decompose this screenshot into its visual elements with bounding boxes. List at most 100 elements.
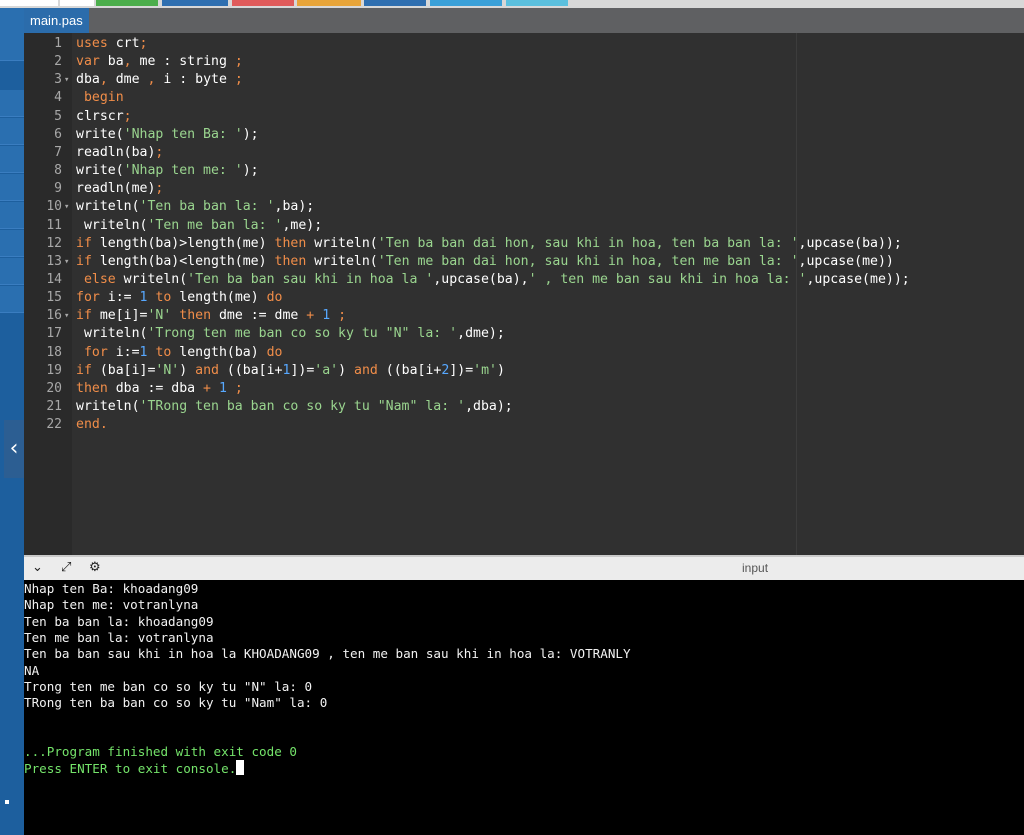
fold-toggle-icon[interactable]: ▾ <box>64 198 72 216</box>
code-line[interactable]: begin <box>76 89 124 107</box>
code-line[interactable]: uses crt; <box>76 35 147 53</box>
code-line[interactable]: dba, dme , i : byte ; <box>76 71 243 89</box>
collapse-output-icon[interactable]: ⌄ <box>32 560 43 575</box>
code-token: ; <box>234 72 243 87</box>
code-token: + <box>203 381 211 396</box>
console-line: TRong ten ba ban co so ky tu "Nam" la: 0 <box>24 695 327 711</box>
code-token: do <box>266 345 283 360</box>
toolbar-button-2[interactable] <box>60 0 94 6</box>
code-line[interactable]: if length(ba)<length(me) then writeln('T… <box>76 253 894 271</box>
code-line[interactable]: for i:= 1 to length(me) do <box>76 289 283 307</box>
sidebar-item[interactable] <box>0 146 24 173</box>
toolbar-button-9[interactable] <box>506 0 568 6</box>
code-token: i : byte <box>155 72 235 87</box>
code-token: 'Ten ba ban sau khi in hoa la ' <box>187 272 434 287</box>
output-console[interactable]: Nhap ten Ba: khoadang09 Nhap ten me: votr… <box>24 580 1024 835</box>
sidebar-collapse-icon[interactable]: ‹ <box>4 420 24 478</box>
code-token: readln(me) <box>76 181 156 196</box>
sidebar-item[interactable] <box>0 8 24 35</box>
code-token: ba <box>99 54 124 69</box>
console-line-text: Nhap ten Ba: khoadang09 <box>24 581 199 596</box>
code-line[interactable]: readln(me); <box>76 180 163 198</box>
code-line[interactable]: write('Nhap ten me: '); <box>76 162 259 180</box>
code-token: ((ba[i+ <box>218 363 283 378</box>
code-token: 'Nhap ten me: ' <box>123 163 243 178</box>
code-line[interactable]: writeln('Ten ba ban la: ',ba); <box>76 198 314 216</box>
console-line: Ten ba ban sau khi in hoa la KHOADANG09 … <box>24 646 631 662</box>
code-token: dme <box>107 72 148 87</box>
code-line[interactable]: writeln('Ten me ban la: ',me); <box>76 217 322 235</box>
sidebar-item[interactable] <box>0 34 24 61</box>
code-token: 'N' <box>147 308 172 323</box>
code-token: var <box>76 54 100 69</box>
line-number: 17 <box>46 326 62 341</box>
sidebar-item[interactable] <box>0 230 24 257</box>
toolbar-button-1[interactable] <box>0 0 58 6</box>
code-token: and <box>354 363 378 378</box>
sidebar-item[interactable] <box>0 90 24 117</box>
sidebar-dot-icon <box>5 800 9 804</box>
code-line[interactable]: writeln('Trong ten me ban co so ky tu "N… <box>76 325 505 343</box>
sidebar-item[interactable] <box>0 202 24 229</box>
code-token: then <box>274 236 307 251</box>
code-token: ])= <box>449 363 474 378</box>
code-token: writeln( <box>76 218 148 233</box>
line-number: 3 <box>54 72 62 87</box>
settings-icon[interactable]: ⚙ <box>89 560 101 575</box>
code-token: then <box>179 308 212 323</box>
code-line[interactable]: clrscr; <box>76 108 132 126</box>
code-token: , <box>99 72 108 87</box>
expand-output-icon[interactable]: ⤢ <box>61 560 71 575</box>
code-line[interactable]: then dba := dba + 1 ; <box>76 380 243 398</box>
code-line[interactable]: if length(ba)>length(me) then writeln('T… <box>76 235 902 253</box>
line-number: 12 <box>46 236 62 251</box>
toolbar-button-6[interactable] <box>297 0 361 6</box>
code-editor[interactable]: 1 2 3 ▾ 4 5 6 7 8 9 10 ▾ 11 12 13 ▾ 14 15 16 ▾ 17 18 19 20 21 22 … <box>24 33 1024 555</box>
fold-toggle-icon[interactable]: ▾ <box>64 253 72 271</box>
line-number: 5 <box>54 109 62 124</box>
toolbar-button-3[interactable] <box>96 0 158 6</box>
code-line[interactable]: if (ba[i]='N') and ((ba[i+1])='a') and (… <box>76 362 505 380</box>
code-line[interactable]: writeln('TRong ten ba ban co so ky tu "N… <box>76 398 513 416</box>
code-token: for <box>76 345 108 360</box>
line-number-gutter: 1 2 3 ▾ 4 5 6 7 8 9 10 ▾ 11 12 13 ▾ 14 15 16 ▾ 17 18 19 20 21 22 <box>24 33 72 555</box>
fold-toggle-icon[interactable]: ▾ <box>64 71 72 89</box>
code-line[interactable]: readln(ba); <box>76 144 163 162</box>
sidebar-item[interactable] <box>0 258 24 285</box>
code-token: ; <box>139 36 148 51</box>
code-line[interactable]: var ba, me : string ; <box>76 53 243 71</box>
line-number: 10 <box>46 199 62 214</box>
code-token: if <box>76 363 92 378</box>
sidebar-item[interactable] <box>0 174 24 201</box>
code-token: writeln( <box>306 254 378 269</box>
code-line[interactable]: if me[i]='N' then dme := dme + 1 ; <box>76 307 346 325</box>
code-line[interactable]: write('Nhap ten Ba: '); <box>76 126 259 144</box>
line-number: 16 <box>46 308 62 323</box>
code-token: ; <box>123 109 132 124</box>
toolbar-button-8[interactable] <box>430 0 502 6</box>
sidebar-item[interactable] <box>0 118 24 145</box>
code-line[interactable]: else writeln('Ten ba ban sau khi in hoa … <box>76 271 910 289</box>
fold-toggle-icon[interactable]: ▾ <box>64 307 72 325</box>
toolbar-button-7[interactable] <box>364 0 426 6</box>
code-area[interactable]: uses crt; var ba, me : string ; dba, dme ,… <box>72 33 1024 555</box>
code-token: ,upcase(ba)); <box>798 236 902 251</box>
code-token: (ba[i]= <box>91 363 156 378</box>
input-label[interactable]: input <box>742 561 768 575</box>
code-line[interactable]: end. <box>76 416 108 434</box>
code-line[interactable]: for i:=1 to length(ba) do <box>76 344 283 362</box>
code-token: write( <box>76 127 124 142</box>
line-number: 20 <box>46 381 62 396</box>
code-token: to <box>155 290 172 305</box>
tab-main-pas[interactable]: main.pas <box>24 8 89 33</box>
code-token: ) <box>338 363 354 378</box>
code-token: length(me) <box>171 290 267 305</box>
code-token: crt <box>107 36 140 51</box>
toolbar-button-5[interactable] <box>232 0 294 6</box>
console-line-text: Nhap ten me: votranlyna <box>24 597 199 612</box>
code-token: do <box>266 290 283 305</box>
toolbar-button-4[interactable] <box>162 0 228 6</box>
sidebar-item[interactable] <box>0 286 24 313</box>
code-token: then <box>76 381 108 396</box>
code-token: 1 <box>218 381 227 396</box>
